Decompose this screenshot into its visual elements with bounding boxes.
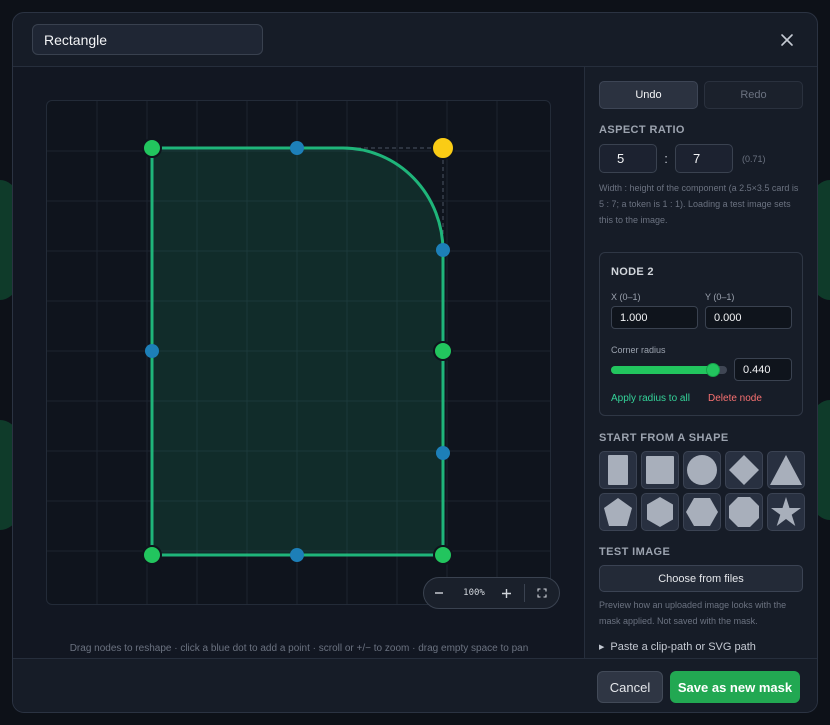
shape-square-button[interactable] (641, 451, 679, 489)
shape-hexagon-button[interactable] (641, 493, 679, 531)
aspect-ratio-row: 5 : 7 (0.71) (599, 144, 766, 173)
caret-right-icon: ▶ (599, 644, 605, 651)
midpoint-handle[interactable] (290, 141, 304, 155)
zoom-controls: 100% (423, 577, 560, 609)
portrait-rectangle-icon (608, 455, 628, 485)
corner-radius-slider[interactable] (611, 363, 727, 377)
midpoint-handle[interactable] (436, 446, 450, 460)
shape-presets (599, 451, 805, 531)
x-label: X (0–1) (611, 292, 641, 302)
shape-pentagon-button[interactable] (599, 493, 637, 531)
node-y-input[interactable]: 0.000 (705, 306, 792, 329)
aspect-ratio-title: ASPECT RATIO (599, 124, 685, 136)
shape-wide-hexagon-button[interactable] (683, 493, 721, 531)
midpoint-handle[interactable] (290, 548, 304, 562)
shapes-title: START FROM A SHAPE (599, 432, 729, 444)
zoom-out-button[interactable] (424, 578, 454, 608)
mask-canvas[interactable] (46, 100, 551, 605)
mask-name-input[interactable] (32, 24, 263, 55)
dialog-footer: Cancel Save as new mask (13, 658, 817, 712)
wide-hexagon-icon (686, 498, 718, 526)
shape-diamond-button[interactable] (725, 451, 763, 489)
square-icon (646, 456, 674, 484)
shape-star-button[interactable] (767, 493, 805, 531)
node-x-input[interactable]: 1.000 (611, 306, 698, 329)
ratio-height-input[interactable]: 7 (675, 144, 733, 173)
test-image-help: Preview how an uploaded image looks with… (599, 600, 787, 626)
corner-radius-input[interactable]: 0.440 (734, 358, 792, 381)
shape-circle-button[interactable] (683, 451, 721, 489)
undo-button[interactable]: Undo (599, 81, 698, 109)
shape-triangle-button[interactable] (767, 451, 805, 489)
shape-octagon-button[interactable] (725, 493, 763, 531)
paste-path-label: Paste a clip-path or SVG path (610, 641, 756, 653)
hexagon-icon (647, 497, 673, 527)
aspect-ratio-help: Width : height of the component (a 2.5×3… (599, 183, 799, 225)
delete-node-link[interactable]: Delete node (708, 393, 762, 404)
corner-radius-label: Corner radius (611, 345, 666, 355)
circle-icon (687, 455, 717, 485)
node-handle[interactable] (433, 341, 453, 361)
redo-button[interactable]: Redo (704, 81, 803, 109)
settings-panel: Undo Redo ASPECT RATIO 5 : 7 (0.71) Widt… (586, 67, 817, 658)
y-label: Y (0–1) (705, 292, 735, 302)
apply-radius-link[interactable]: Apply radius to all (611, 393, 690, 404)
zoom-level: 100% (463, 588, 485, 598)
mask-shape[interactable] (150, 146, 445, 557)
node-handle[interactable] (433, 545, 453, 565)
zoom-in-button[interactable] (494, 578, 518, 608)
cancel-button[interactable]: Cancel (597, 671, 663, 703)
node-handle[interactable] (142, 545, 162, 565)
star-icon (771, 497, 801, 526)
midpoint-handle[interactable] (436, 243, 450, 257)
paste-path-toggle[interactable]: ▶ Paste a clip-path or SVG path (599, 641, 756, 653)
node-title: NODE 2 (611, 266, 654, 278)
history-buttons: Undo Redo (599, 81, 803, 109)
selected-node-handle[interactable] (431, 136, 455, 160)
ratio-separator: : (664, 151, 668, 166)
mask-editor-dialog: 100% Drag nodes to reshape · click a blu… (12, 12, 818, 713)
triangle-icon (770, 455, 802, 485)
save-as-new-mask-button[interactable]: Save as new mask (670, 671, 800, 703)
midpoint-handle[interactable] (145, 344, 159, 358)
octagon-icon (729, 497, 759, 527)
dialog-header (13, 13, 817, 67)
close-button[interactable] (775, 28, 799, 52)
zoom-divider (524, 584, 525, 602)
node-handle[interactable] (142, 138, 162, 158)
ratio-computed: (0.71) (742, 153, 766, 164)
node-editor: NODE 2 X (0–1) Y (0–1) 1.000 0.000 Corne… (599, 252, 803, 416)
shape-portrait-rectangle-button[interactable] (599, 451, 637, 489)
choose-file-button[interactable]: Choose from files (599, 565, 803, 592)
ratio-width-input[interactable]: 5 (599, 144, 657, 173)
close-icon (781, 34, 793, 46)
minus-icon (435, 592, 443, 594)
canvas-hint: Drag nodes to reshape · click a blue dot… (69, 643, 529, 654)
diamond-icon (729, 455, 759, 485)
canvas-area: 100% Drag nodes to reshape · click a blu… (13, 67, 585, 658)
slider-fill (611, 366, 714, 374)
mask-canvas-svg (47, 101, 550, 604)
slider-thumb[interactable] (706, 363, 721, 377)
test-image-title: TEST IMAGE (599, 546, 671, 558)
fit-view-icon (537, 588, 547, 598)
pentagon-icon (604, 498, 632, 526)
fit-view-button[interactable] (532, 578, 552, 608)
plus-icon (501, 588, 511, 598)
